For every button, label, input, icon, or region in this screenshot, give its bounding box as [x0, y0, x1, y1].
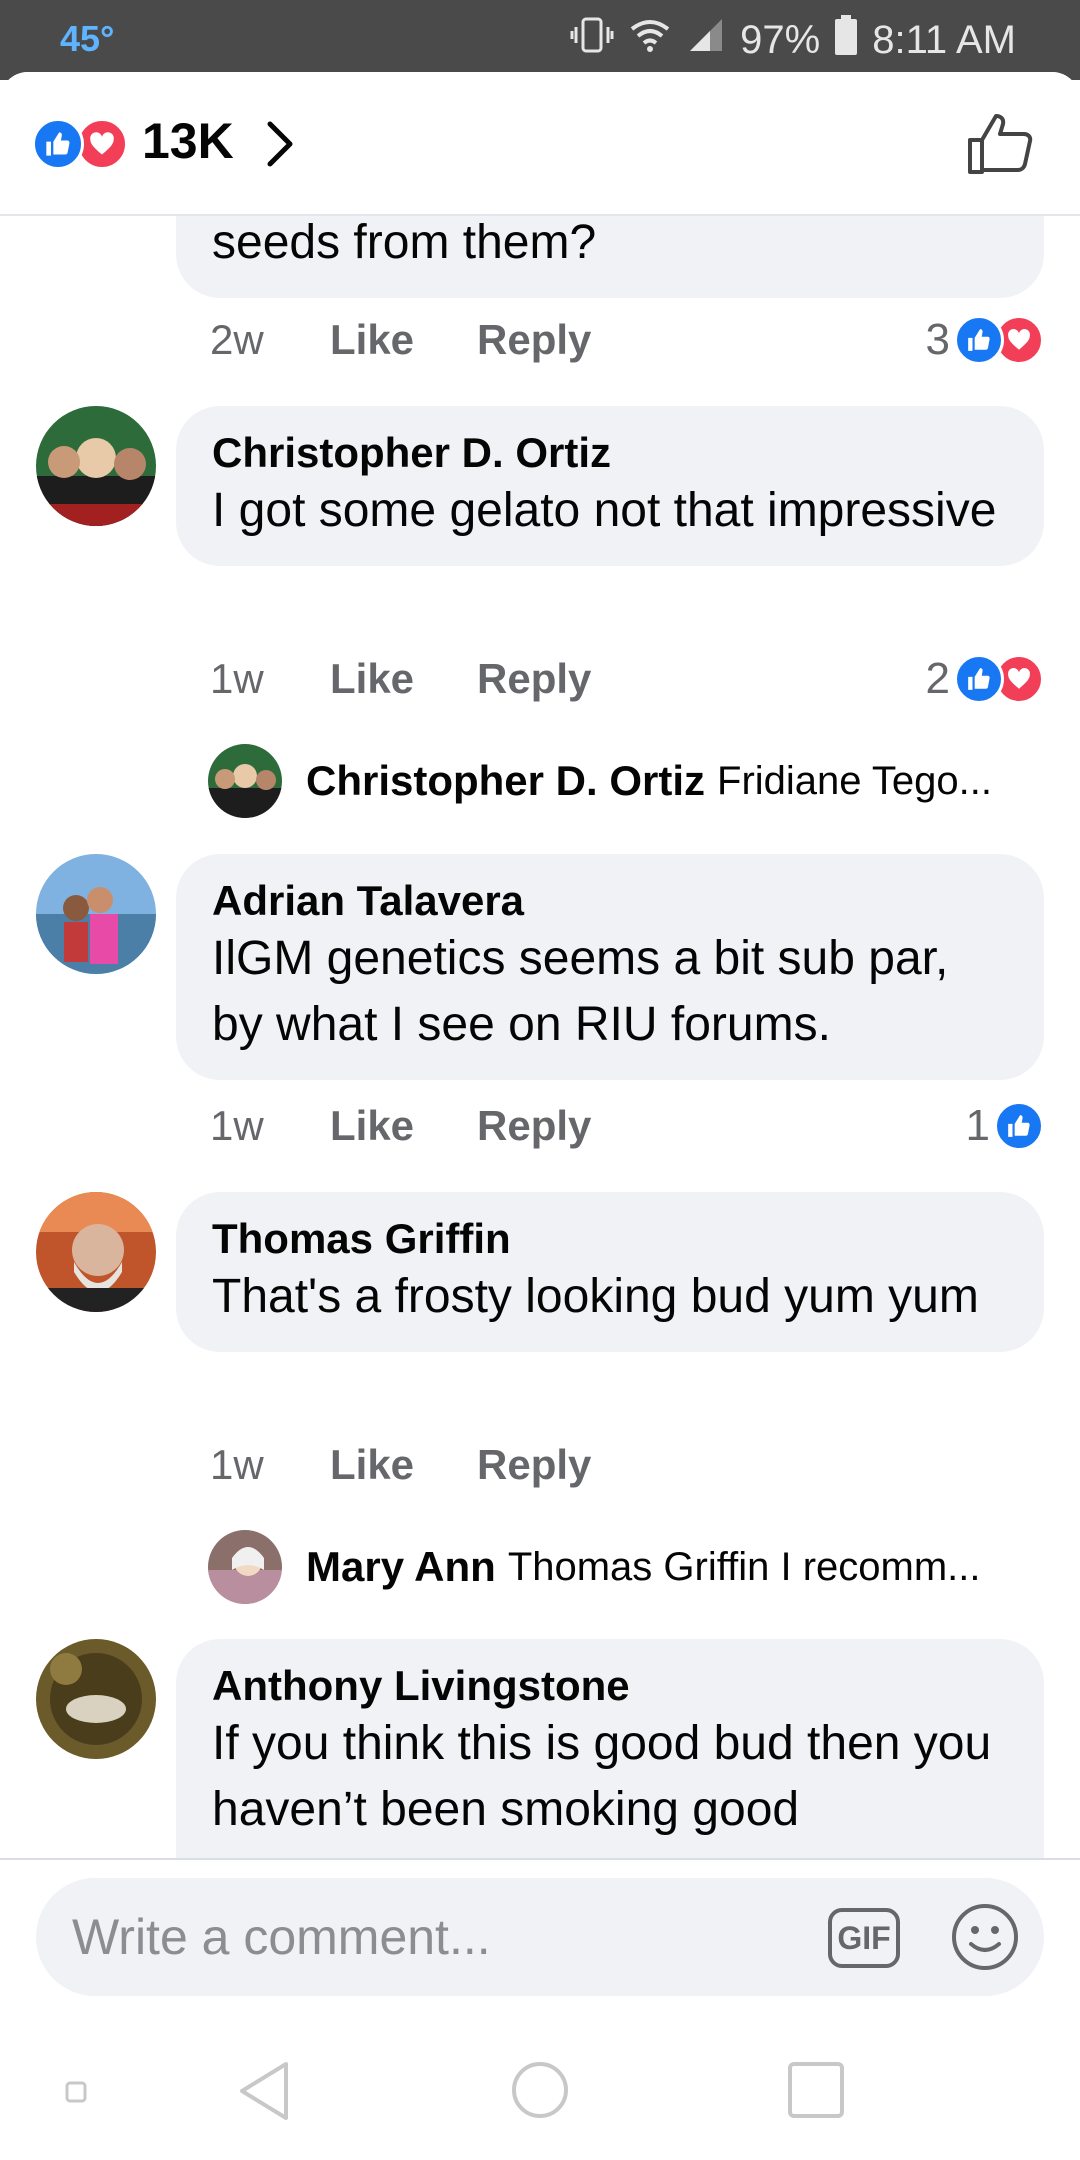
emoji-icon[interactable] [950, 1902, 1020, 1972]
reply-author: Mary Ann [306, 1543, 496, 1590]
comment-reaction-count: 1 [965, 1101, 990, 1150]
comment-reaction-count: 3 [925, 315, 950, 364]
like-reaction-icon [954, 654, 1004, 704]
comment-bubble[interactable]: Thomas Griffin That's a frosty looking b… [176, 1192, 1044, 1352]
comment-time[interactable]: 1w [210, 1102, 330, 1150]
comment-author[interactable]: Thomas Griffin [212, 1214, 1008, 1264]
status-icons: 97% 8:11 AM [570, 14, 1016, 66]
comment-reactions[interactable]: 1 [966, 1101, 1044, 1151]
comment-time[interactable]: 1w [210, 1441, 330, 1489]
reply-text: Thomas Griffin I recomm... [507, 1544, 981, 1589]
comment-actions: 1w Like Reply [210, 1437, 1044, 1493]
reply-button[interactable]: Reply [477, 655, 677, 703]
comment-reactions[interactable]: 3 [926, 315, 1044, 365]
dot-icon[interactable] [64, 2080, 88, 2109]
temperature-text: 45° [60, 18, 115, 59]
comment-composer[interactable]: GIF [36, 1878, 1044, 1996]
comment-bubble[interactable]: Adrian Talavera IlGM genetics seems a bi… [176, 854, 1044, 1080]
comment-composer-bar: GIF [0, 1858, 1080, 2020]
comment-bubble[interactable]: Christopher D. Ortiz I got some gelato n… [176, 406, 1044, 566]
battery-percent: 97% [740, 17, 821, 62]
reply-button[interactable]: Reply [477, 1102, 677, 1150]
comment-author[interactable]: Anthony Livingstone [212, 1661, 1008, 1711]
like-button[interactable]: Like [330, 655, 477, 703]
comment-time[interactable]: 2w [210, 316, 330, 364]
like-button[interactable]: Like [330, 1441, 477, 1489]
thumbs-up-icon[interactable] [964, 108, 1036, 180]
like-reaction-icon [994, 1101, 1044, 1151]
comment-text: seeds from them? [212, 216, 597, 269]
like-reaction-icon [32, 118, 84, 170]
comment-reactions[interactable]: 2 [926, 654, 1044, 704]
battery-icon [834, 15, 858, 65]
reply-button[interactable]: Reply [477, 1441, 677, 1489]
avatar[interactable] [36, 854, 156, 974]
back-icon[interactable] [236, 2060, 292, 2127]
chevron-right-icon[interactable] [262, 118, 298, 175]
like-button[interactable]: Like [330, 1102, 477, 1150]
recents-icon[interactable] [786, 2060, 846, 2125]
avatar[interactable] [36, 1639, 156, 1759]
reply-button[interactable]: Reply [477, 316, 677, 364]
like-reaction-icon [954, 315, 1004, 365]
reaction-count[interactable]: 13K [142, 112, 234, 170]
comment-author[interactable]: Christopher D. Ortiz [212, 428, 1008, 478]
comment-input[interactable] [72, 1902, 832, 1972]
reply-preview[interactable]: Christopher D. Ortiz Fridiane Tego... [306, 744, 1046, 818]
comment-actions: 1w Like Reply 1 [210, 1098, 1044, 1154]
system-nav-bar [0, 2020, 1080, 2160]
like-button[interactable]: Like [330, 316, 477, 364]
comments-sheet: 13K seeds from them? 2w Like Reply 3 Chr… [0, 72, 1080, 2160]
clock-time: 8:11 AM [872, 17, 1016, 62]
reply-author: Christopher D. Ortiz [306, 757, 706, 804]
comment-reaction-count: 2 [925, 654, 950, 703]
comment-time[interactable]: 1w [210, 655, 330, 703]
signal-icon [686, 15, 726, 65]
comment-actions: 2w Like Reply 3 [210, 312, 1044, 368]
comment-text: IlGM genetics seems a bit sub par, by wh… [212, 932, 949, 1051]
comment-text: If you think this is good bud then you h… [212, 1717, 992, 1836]
reply-avatar[interactable] [208, 1530, 282, 1604]
vibrate-icon [570, 15, 614, 65]
comment-actions: 1w Like Reply 2 [210, 651, 1044, 707]
reply-preview[interactable]: Mary Ann Thomas Griffin I recomm... [306, 1530, 1046, 1604]
avatar[interactable] [36, 1192, 156, 1312]
home-icon[interactable] [510, 2060, 570, 2125]
wifi-icon [628, 15, 672, 65]
comment-bubble[interactable]: Anthony Livingstone If you think this is… [176, 1639, 1044, 1858]
comment-author[interactable]: Adrian Talavera [212, 876, 1008, 926]
status-bar: 45° 97% 8:11 AM [0, 0, 1080, 80]
reaction-summary[interactable] [32, 118, 128, 170]
avatar[interactable] [36, 406, 156, 526]
comments-list[interactable]: seeds from them? 2w Like Reply 3 Christo… [0, 72, 1080, 1858]
reactions-header: 13K [0, 72, 1080, 216]
reply-text: Fridiane Tego... [717, 758, 993, 803]
reply-avatar[interactable] [208, 744, 282, 818]
gif-icon[interactable]: GIF [828, 1908, 900, 1968]
comment-text: That's a frosty looking bud yum yum [212, 1270, 979, 1323]
comment-text: I got some gelato not that impressive [212, 484, 997, 537]
